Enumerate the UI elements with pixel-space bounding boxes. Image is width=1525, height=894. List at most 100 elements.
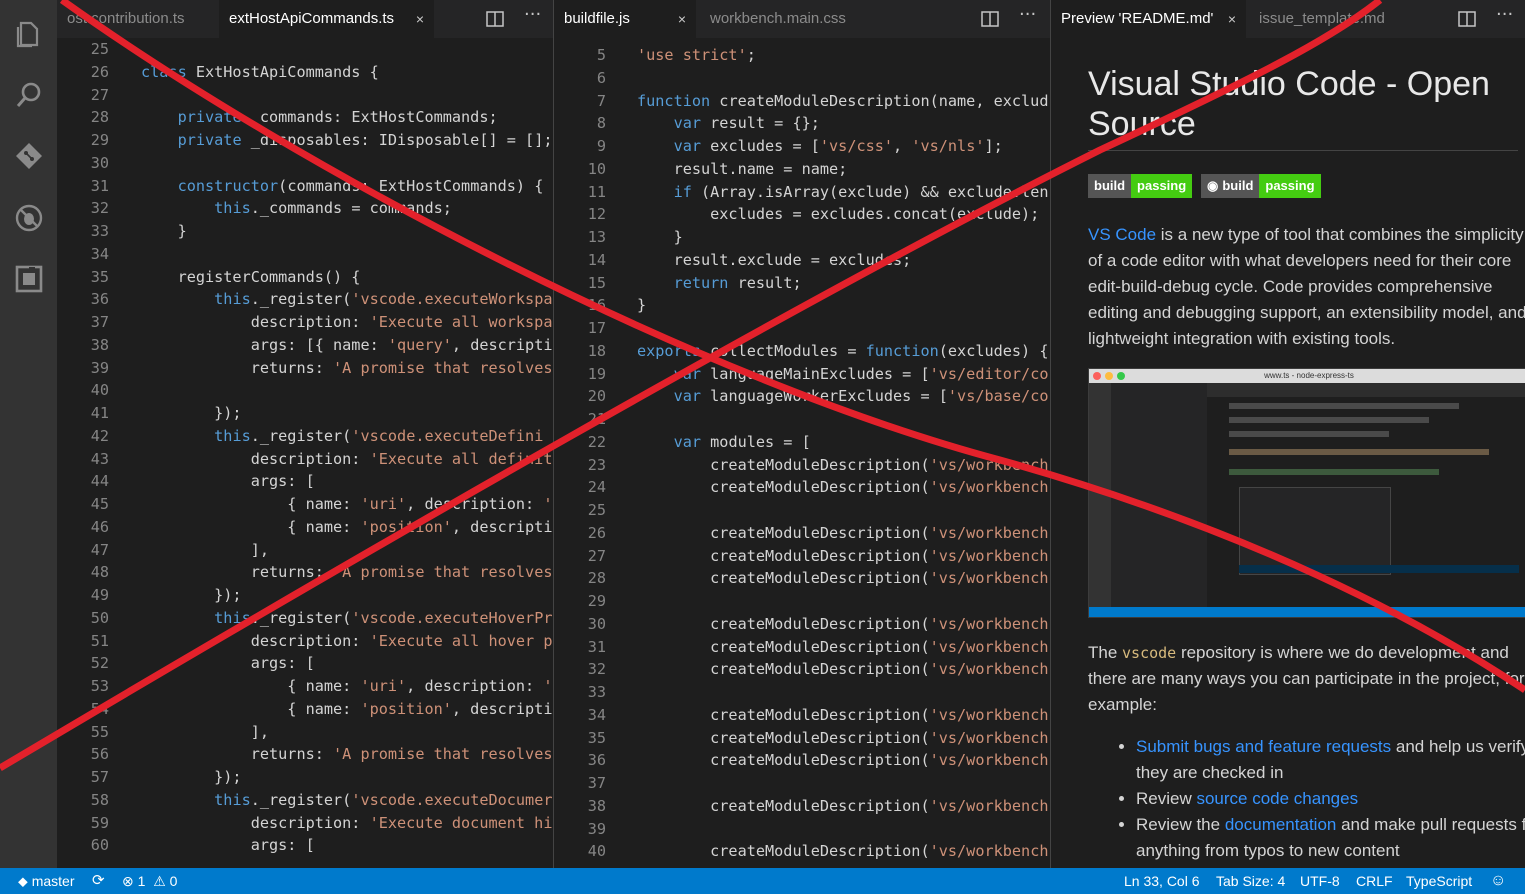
tab-ost-contribution[interactable]: ost.contribution.ts bbox=[57, 0, 217, 38]
tab-size[interactable]: Tab Size: 4 bbox=[1216, 868, 1285, 894]
code-text: result.name = name; bbox=[637, 159, 848, 178]
source-control-icon[interactable] bbox=[14, 141, 44, 171]
tab-workbench-main-css[interactable]: workbench.main.css bbox=[700, 0, 880, 38]
close-icon[interactable]: × bbox=[416, 0, 424, 38]
code-line: 30 bbox=[57, 152, 553, 175]
code-text: class ExtHostApiCommands { bbox=[141, 62, 379, 81]
language-mode[interactable]: TypeScript bbox=[1406, 868, 1472, 894]
tab-bar: ost.contribution.ts extHostApiCommands.t… bbox=[57, 0, 553, 38]
screenshot-code bbox=[1229, 449, 1489, 455]
code-line: 26 createModuleDescription('vs/workbench bbox=[554, 522, 1050, 545]
code-text: createModuleDescription('vs/workbench bbox=[637, 705, 1049, 724]
line-number: 27 bbox=[90, 85, 109, 104]
code-text: ], bbox=[141, 722, 270, 741]
screenshot-suggest-widget bbox=[1239, 487, 1391, 575]
line-number: 39 bbox=[90, 358, 109, 377]
git-branch-icon: ⬥ bbox=[18, 873, 28, 889]
code-line: 12 excludes = excludes.concat(exclude); bbox=[554, 203, 1050, 226]
close-icon[interactable]: × bbox=[678, 0, 686, 38]
search-icon[interactable] bbox=[14, 80, 44, 110]
tab-preview-readme[interactable]: Preview 'README.md' × bbox=[1051, 0, 1246, 38]
line-number: 26 bbox=[587, 523, 606, 542]
bullet-link[interactable]: source code changes bbox=[1196, 789, 1358, 808]
split-editor-icon[interactable] bbox=[1457, 9, 1477, 29]
line-number: 46 bbox=[90, 517, 109, 536]
explorer-icon[interactable] bbox=[14, 18, 44, 48]
line-number: 44 bbox=[90, 472, 109, 491]
line-number: 35 bbox=[587, 728, 606, 747]
tab-issue-template[interactable]: issue_template.md bbox=[1249, 0, 1409, 38]
split-editor-icon[interactable] bbox=[980, 9, 1000, 29]
line-number: 25 bbox=[587, 501, 606, 519]
tab-exthostapicommands[interactable]: extHostApiCommands.ts × bbox=[219, 0, 434, 38]
code-text: var languageMainExcludes = ['vs/editor/c… bbox=[673, 364, 1049, 383]
code-line: 33 } bbox=[57, 220, 553, 243]
activity-bar bbox=[0, 0, 57, 868]
code-line: 30 createModuleDescription('vs/workbench bbox=[554, 613, 1050, 636]
line-ending[interactable]: CRLF bbox=[1356, 868, 1393, 894]
close-icon[interactable]: × bbox=[1228, 0, 1236, 38]
code-line: 16} bbox=[554, 294, 1050, 317]
screenshot-code bbox=[1229, 403, 1459, 409]
extensions-icon[interactable] bbox=[14, 264, 44, 294]
more-actions-icon[interactable]: ··· bbox=[524, 6, 544, 29]
code-line: 41 }); bbox=[57, 402, 553, 425]
warning-count: 0 bbox=[169, 873, 178, 889]
sync-icon[interactable]: ⟳ bbox=[92, 868, 105, 894]
more-actions-icon[interactable]: ··· bbox=[1019, 6, 1039, 29]
code-line: 34 bbox=[57, 243, 553, 266]
tab-buildfile[interactable]: buildfile.js × bbox=[554, 0, 696, 38]
line-number: 52 bbox=[90, 654, 109, 673]
debug-icon[interactable] bbox=[14, 203, 44, 233]
tab-label: Preview 'README.md' bbox=[1061, 10, 1214, 27]
line-number: 17 bbox=[587, 319, 606, 337]
feedback-smiley-icon[interactable]: ☺ bbox=[1490, 868, 1506, 894]
code-line: 38 createModuleDescription('vs/workbench bbox=[554, 795, 1050, 818]
code-line: 24 createModuleDescription('vs/workbench bbox=[554, 476, 1050, 499]
code-line: 40 bbox=[57, 379, 553, 402]
code-text: { name: 'uri', description: ' bbox=[141, 677, 553, 695]
status-bar: ⬥ master ⟳ ⊗ 1 ⚠ 0 Ln 33, Col 6 Tab Size… bbox=[0, 868, 1525, 894]
markdown-preview: Visual Studio Code - Open Source build pa… bbox=[1051, 38, 1525, 868]
code-line: 33 bbox=[554, 681, 1050, 704]
bullet-link[interactable]: Submit bugs and feature requests bbox=[1136, 737, 1391, 756]
code-text: createModuleDescription('vs/workbench bbox=[637, 842, 1049, 861]
code-text: createModuleDescription('vs/workbench bbox=[637, 660, 1049, 679]
line-number: 16 bbox=[587, 296, 606, 315]
repo-paragraph: The vscode repository is where we do dev… bbox=[1088, 640, 1525, 718]
line-number: 60 bbox=[90, 836, 109, 855]
code-line: 36 createModuleDescription('vs/workbench bbox=[554, 749, 1050, 772]
code-text: this._commands = commands; bbox=[214, 199, 452, 218]
code-text: createModuleDescription('vs/workbench bbox=[637, 751, 1049, 770]
build-badge[interactable]: build passing bbox=[1088, 174, 1193, 198]
line-number: 38 bbox=[587, 796, 606, 815]
repo-code: vscode bbox=[1122, 644, 1177, 662]
badge-label: build bbox=[1088, 174, 1132, 198]
vscode-link[interactable]: VS Code bbox=[1088, 225, 1156, 244]
code-line: 28 private _commands: ExtHostCommands; bbox=[57, 106, 553, 129]
more-actions-icon[interactable]: ··· bbox=[1496, 6, 1516, 29]
build-badge-appveyor[interactable]: ◉ build passing bbox=[1201, 174, 1321, 198]
code-text: this._register('vscode.executeDocumer bbox=[214, 790, 553, 809]
code-line: 13 } bbox=[554, 226, 1050, 249]
code-line: 31 createModuleDescription('vs/workbench bbox=[554, 636, 1050, 659]
tab-label: extHostApiCommands.ts bbox=[229, 10, 395, 27]
code-line: 27 bbox=[57, 84, 553, 107]
tab-label: ost.contribution.ts bbox=[67, 10, 185, 27]
line-number: 38 bbox=[90, 335, 109, 354]
line-number: 29 bbox=[587, 592, 606, 610]
bullet-link[interactable]: documentation bbox=[1225, 815, 1337, 834]
code-editor[interactable]: 25 26 class ExtHostApiCommands {27 28 priva… bbox=[57, 38, 553, 868]
code-line: 36 this._register('vscode.executeWorkspa bbox=[57, 288, 553, 311]
line-number: 41 bbox=[90, 404, 109, 422]
tab-label: workbench.main.css bbox=[710, 10, 846, 27]
cursor-position[interactable]: Ln 33, Col 6 bbox=[1124, 868, 1200, 894]
split-editor-icon[interactable] bbox=[485, 9, 505, 29]
code-text: createModuleDescription('vs/workbench bbox=[637, 569, 1049, 588]
screenshot-code bbox=[1229, 469, 1439, 475]
branch-indicator[interactable]: ⬥ master bbox=[18, 868, 75, 894]
screenshot-activity bbox=[1089, 383, 1111, 607]
encoding[interactable]: UTF-8 bbox=[1300, 868, 1340, 894]
problems-indicator[interactable]: ⊗ 1 ⚠ 0 bbox=[122, 868, 177, 894]
code-editor[interactable]: 5 'use strict'; 6 7 function createModuleDes… bbox=[554, 38, 1050, 868]
